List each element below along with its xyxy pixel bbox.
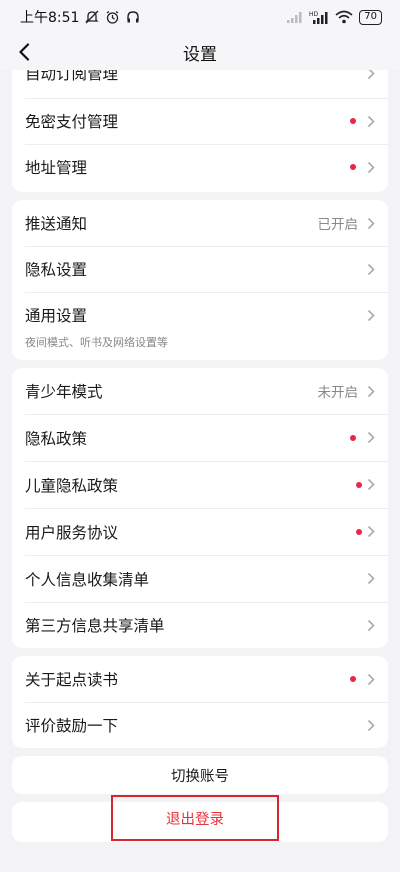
settings-group-account: 自动订阅管理 免密支付管理 地址管理: [12, 70, 388, 192]
setting-row-push[interactable]: 推送通知 已开启: [12, 200, 388, 246]
logout-label: 退出登录: [166, 811, 224, 828]
alarm-icon: [105, 10, 120, 25]
switch-account-button[interactable]: 切换账号: [12, 756, 388, 794]
setting-row-privacy-policy[interactable]: 隐私政策: [12, 414, 388, 461]
setting-subtitle: 夜间模式、听书及网络设置等: [25, 336, 168, 349]
red-dot-badge: [350, 118, 356, 124]
red-dot-badge: [350, 676, 356, 682]
setting-row-address[interactable]: 地址管理: [12, 144, 388, 190]
setting-label: 关于起点读书: [25, 671, 119, 689]
logout-button[interactable]: 退出登录: [111, 795, 279, 841]
battery-indicator: 70: [359, 9, 382, 25]
chevron-right-icon: [366, 478, 376, 492]
chevron-right-icon: [366, 216, 376, 230]
chevron-right-icon: [366, 718, 376, 732]
page-title: 设置: [183, 44, 217, 65]
setting-row-child-privacy[interactable]: 儿童隐私政策: [12, 461, 388, 508]
chevron-right-icon: [366, 160, 376, 174]
setting-row-personal-info-list[interactable]: 个人信息收集清单: [12, 555, 388, 602]
chevron-right-icon: [366, 384, 376, 398]
settings-group-policy: 青少年模式 未开启 隐私政策 儿童隐私政策 用户服务协议 个人信息收集清单 第三…: [12, 368, 388, 648]
red-dot-badge: [350, 164, 356, 170]
chevron-right-icon: [366, 525, 376, 539]
status-bar: 上午8:51 HD 70: [0, 0, 400, 34]
chevron-left-icon: [19, 43, 30, 61]
headphone-icon: [126, 10, 140, 24]
signal-weak-icon: [287, 11, 303, 23]
mute-icon: [85, 10, 100, 24]
setting-label: 推送通知: [25, 215, 88, 233]
network-type: HD: [309, 11, 319, 18]
setting-label: 隐私政策: [25, 429, 88, 448]
setting-label: 地址管理: [25, 159, 88, 177]
setting-row-auto-subscribe[interactable]: 自动订阅管理: [12, 70, 388, 98]
back-button[interactable]: [12, 38, 36, 66]
chevron-right-icon: [366, 308, 376, 322]
chevron-right-icon: [366, 114, 376, 128]
signal-strong-icon: HD: [309, 10, 329, 24]
chevron-right-icon: [366, 618, 376, 632]
setting-row-teen-mode[interactable]: 青少年模式 未开启: [12, 368, 388, 414]
chevron-right-icon: [366, 572, 376, 586]
setting-row-general[interactable]: 通用设置: [12, 292, 388, 338]
setting-row-privacy-settings[interactable]: 隐私设置: [12, 246, 388, 292]
setting-row-third-party-share[interactable]: 第三方信息共享清单: [12, 602, 388, 648]
status-left: 上午8:51: [20, 7, 140, 27]
red-dot-badge: [350, 434, 356, 441]
setting-label: 个人信息收集清单: [25, 570, 150, 589]
status-right: HD 70: [287, 9, 382, 25]
setting-value: 已开启: [317, 217, 359, 233]
setting-label: 免密支付管理: [25, 113, 119, 131]
setting-label: 第三方信息共享清单: [25, 617, 165, 635]
setting-row-user-agreement[interactable]: 用户服务协议: [12, 508, 388, 555]
red-dot-badge: [356, 481, 362, 488]
chevron-right-icon: [366, 672, 376, 686]
settings-list[interactable]: 自动订阅管理 免密支付管理 地址管理 推送通知 已开启 隐私设置 通用设置 夜间…: [0, 70, 400, 872]
setting-label: 青少年模式: [25, 383, 103, 401]
settings-group-about: 关于起点读书 评价鼓励一下: [12, 656, 388, 748]
chevron-right-icon: [366, 431, 376, 445]
setting-label: 评价鼓励一下: [25, 717, 119, 735]
status-time: 上午8:51: [20, 10, 80, 26]
wifi-icon: [335, 10, 353, 24]
setting-label: 儿童隐私政策: [25, 476, 119, 495]
chevron-right-icon: [366, 70, 376, 80]
setting-row-password-free-pay[interactable]: 免密支付管理: [12, 98, 388, 144]
setting-value: 未开启: [317, 385, 359, 401]
nav-bar: 设置: [0, 34, 400, 70]
switch-account-label: 切换账号: [171, 768, 229, 785]
setting-row-rate-app[interactable]: 评价鼓励一下: [12, 702, 388, 748]
red-dot-badge: [356, 528, 362, 535]
setting-label: 通用设置: [25, 307, 88, 325]
setting-label: 隐私设置: [25, 261, 88, 279]
chevron-right-icon: [366, 262, 376, 276]
setting-label: 自动订阅管理: [25, 70, 119, 83]
settings-group-general: 推送通知 已开启 隐私设置 通用设置 夜间模式、听书及网络设置等: [12, 200, 388, 360]
setting-row-about[interactable]: 关于起点读书: [12, 656, 388, 702]
setting-label: 用户服务协议: [25, 523, 119, 542]
